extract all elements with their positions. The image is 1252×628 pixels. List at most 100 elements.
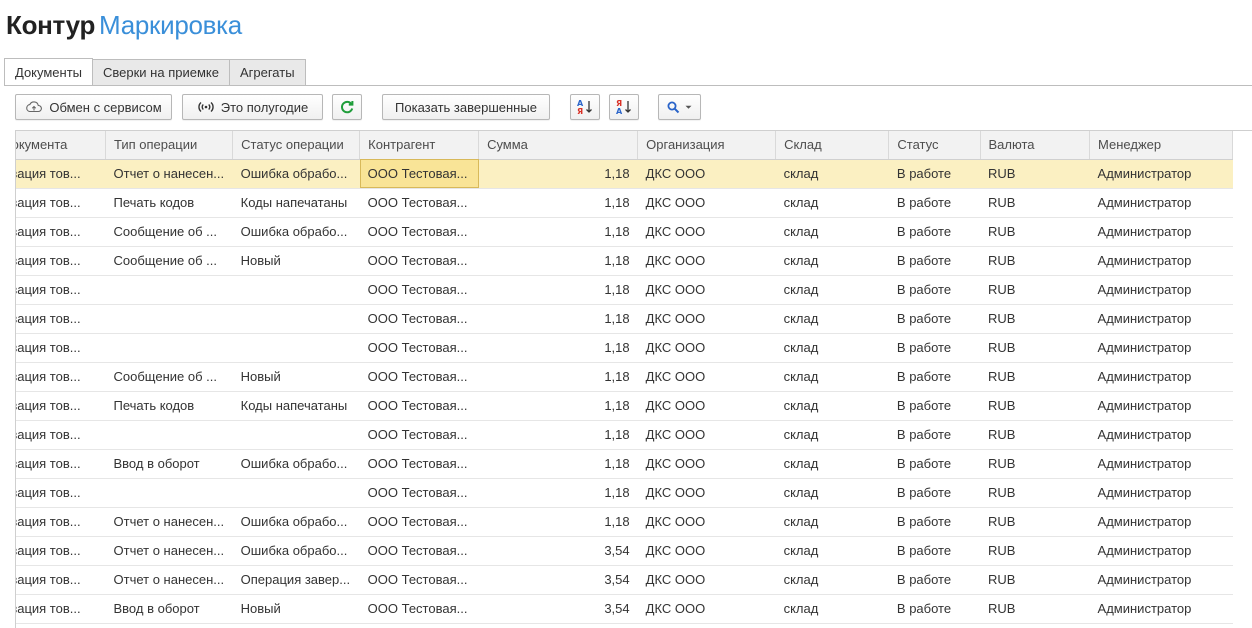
table-row[interactable]: изация тов...Ввод в оборотНовыйООО Тесто… <box>16 594 1233 624</box>
tab-aggregates[interactable]: Агрегаты <box>228 59 306 85</box>
cell-col-currency: RUB <box>980 246 1090 276</box>
cell-col-warehouse: склад <box>775 594 889 624</box>
cell-col-organization: ДКС ООО <box>637 478 776 508</box>
cell-col-warehouse: склад <box>775 246 889 276</box>
cell-col-warehouse: склад <box>775 159 889 189</box>
sort-ascending-button[interactable]: А Я <box>570 94 600 120</box>
cell-col-operation-type: Сообщение об ... <box>105 362 233 392</box>
cell-col-manager: Администратор <box>1089 507 1233 537</box>
cell-col-currency: RUB <box>980 420 1090 450</box>
cell-col-amount: 1,18 <box>478 275 638 305</box>
cell-col-amount: 3,54 <box>478 565 638 595</box>
cell-col-counterparty: ООО Тестовая... <box>359 333 479 363</box>
exchange-button[interactable]: Обмен с сервисом <box>15 94 172 120</box>
cell-col-organization: ДКС ООО <box>637 159 776 189</box>
header-col-currency[interactable]: Валюта <box>980 131 1091 160</box>
cell-col-organization: ДКС ООО <box>637 246 776 276</box>
cell-col-organization: ДКС ООО <box>637 420 776 450</box>
app-logo: Контур Маркировка <box>6 9 242 41</box>
table-row[interactable]: изация тов...Сообщение об ...Ошибка обра… <box>16 217 1233 247</box>
cell-col-document: изация тов... <box>16 565 106 595</box>
tab-acceptance-reconciliation[interactable]: Сверки на приемке <box>92 59 230 85</box>
header-col-operation-type[interactable]: Тип операции <box>105 131 234 160</box>
cell-col-status: В работе <box>888 159 980 189</box>
cell-col-warehouse: склад <box>775 391 889 421</box>
show-completed-button[interactable]: Показать завершенные <box>382 94 550 120</box>
cell-col-operation-type: Печать кодов <box>105 188 233 218</box>
tab-documents[interactable]: Документы <box>4 58 94 86</box>
cell-col-operation-type <box>105 333 233 363</box>
cell-col-currency: RUB <box>980 536 1090 566</box>
cell-col-organization: ДКС ООО <box>637 362 776 392</box>
cell-col-operation-status <box>232 275 360 305</box>
cell-col-operation-type <box>105 420 233 450</box>
logo-product: Маркировка <box>99 10 242 40</box>
cell-col-warehouse: склад <box>775 420 889 450</box>
cell-col-document: изация тов... <box>16 333 106 363</box>
table-row[interactable]: изация тов...Печать кодовКоды напечатаны… <box>16 188 1233 218</box>
table-row[interactable]: изация тов... ООО Тестовая...1,18ДКС ОООс… <box>16 275 1233 305</box>
table-row[interactable]: изация тов...Отчет о нанесен...Операция … <box>16 565 1233 595</box>
header-col-document[interactable]: документа <box>16 131 106 160</box>
cell-col-operation-status: Ошибка обрабо... <box>232 159 360 189</box>
cell-col-operation-status: Ошибка обрабо... <box>232 449 360 479</box>
table-row[interactable]: изация тов... ООО Тестовая...1,18ДКС ОООс… <box>16 333 1233 363</box>
cell-col-document: изация тов... <box>16 420 106 450</box>
cell-col-document: изация тов... <box>16 507 106 537</box>
cell-col-manager: Администратор <box>1089 391 1233 421</box>
table-row[interactable]: изация тов...Печать кодовКоды напечатаны… <box>16 391 1233 421</box>
cell-col-manager: Администратор <box>1089 159 1233 189</box>
cell-col-counterparty: ООО Тестовая... <box>359 304 479 334</box>
table-row[interactable]: изация тов... ООО Тестовая...1,18ДКС ОООс… <box>16 304 1233 334</box>
cell-col-operation-status: Ошибка обрабо... <box>232 217 360 247</box>
cell-col-operation-status <box>232 420 360 450</box>
cell-col-warehouse: склад <box>775 188 889 218</box>
cell-col-operation-status: Новый <box>232 246 360 276</box>
header-col-organization[interactable]: Организация <box>637 131 777 160</box>
cell-col-organization: ДКС ООО <box>637 188 776 218</box>
cell-col-warehouse: склад <box>775 449 889 479</box>
cell-col-status: В работе <box>888 594 980 624</box>
search-dropdown-button[interactable] <box>658 94 701 120</box>
cell-col-currency: RUB <box>980 362 1090 392</box>
cell-col-amount: 1,18 <box>478 217 638 247</box>
sort-descending-button[interactable]: Я А <box>609 94 639 120</box>
cell-col-counterparty: ООО Тестовая... <box>359 362 479 392</box>
cell-col-counterparty: ООО Тестовая... <box>359 275 479 305</box>
cell-col-warehouse: склад <box>775 333 889 363</box>
cell-col-operation-type: Отчет о нанесен... <box>105 507 233 537</box>
cell-col-warehouse: склад <box>775 362 889 392</box>
period-button[interactable]: Это полугодие <box>182 94 323 120</box>
header-col-operation-status[interactable]: Статус операции <box>232 131 361 160</box>
header-col-manager[interactable]: Менеджер <box>1089 131 1233 160</box>
table-row[interactable]: изация тов...Ввод в оборотОшибка обрабо.… <box>16 449 1233 479</box>
cell-col-status: В работе <box>888 217 980 247</box>
cell-col-counterparty: ООО Тестовая... <box>359 478 479 508</box>
cell-col-document: изация тов... <box>16 449 106 479</box>
table-row[interactable]: изация тов... ООО Тестовая...1,18ДКС ОООс… <box>16 420 1233 450</box>
cell-col-currency: RUB <box>980 159 1090 189</box>
table-row[interactable]: изация тов...Сообщение об ...НовыйООО Те… <box>16 246 1233 276</box>
cell-col-document: изация тов... <box>16 594 106 624</box>
table-row[interactable]: изация тов... ООО Тестовая...1,18ДКС ОООс… <box>16 478 1233 508</box>
cell-col-status: В работе <box>888 478 980 508</box>
cloud-sync-icon <box>25 100 43 114</box>
cell-col-status: В работе <box>888 188 980 218</box>
refresh-icon <box>339 99 355 115</box>
cell-col-counterparty: ООО Тестовая... <box>359 391 479 421</box>
sort-asc-icon: А Я <box>576 98 594 116</box>
header-col-counterparty[interactable]: Контрагент <box>359 131 480 160</box>
refresh-button[interactable] <box>332 94 362 120</box>
cell-col-operation-type <box>105 275 233 305</box>
table-row[interactable]: изация тов...Сообщение об ...НовыйООО Те… <box>16 362 1233 392</box>
header-col-status[interactable]: Статус <box>888 131 981 160</box>
table-row[interactable]: изация тов...Отчет о нанесен...Ошибка об… <box>16 159 1233 189</box>
table-row[interactable]: изация тов...Отчет о нанесен...Ошибка об… <box>16 536 1233 566</box>
cell-col-warehouse: склад <box>775 478 889 508</box>
cell-col-counterparty: ООО Тестовая... <box>359 565 479 595</box>
header-col-amount[interactable]: Сумма <box>478 131 639 160</box>
table-row[interactable]: изация тов...Отчет о нанесен...Ошибка об… <box>16 507 1233 537</box>
cell-col-counterparty: ООО Тестовая... <box>359 536 479 566</box>
cell-col-status: В работе <box>888 304 980 334</box>
header-col-warehouse[interactable]: Склад <box>775 131 890 160</box>
